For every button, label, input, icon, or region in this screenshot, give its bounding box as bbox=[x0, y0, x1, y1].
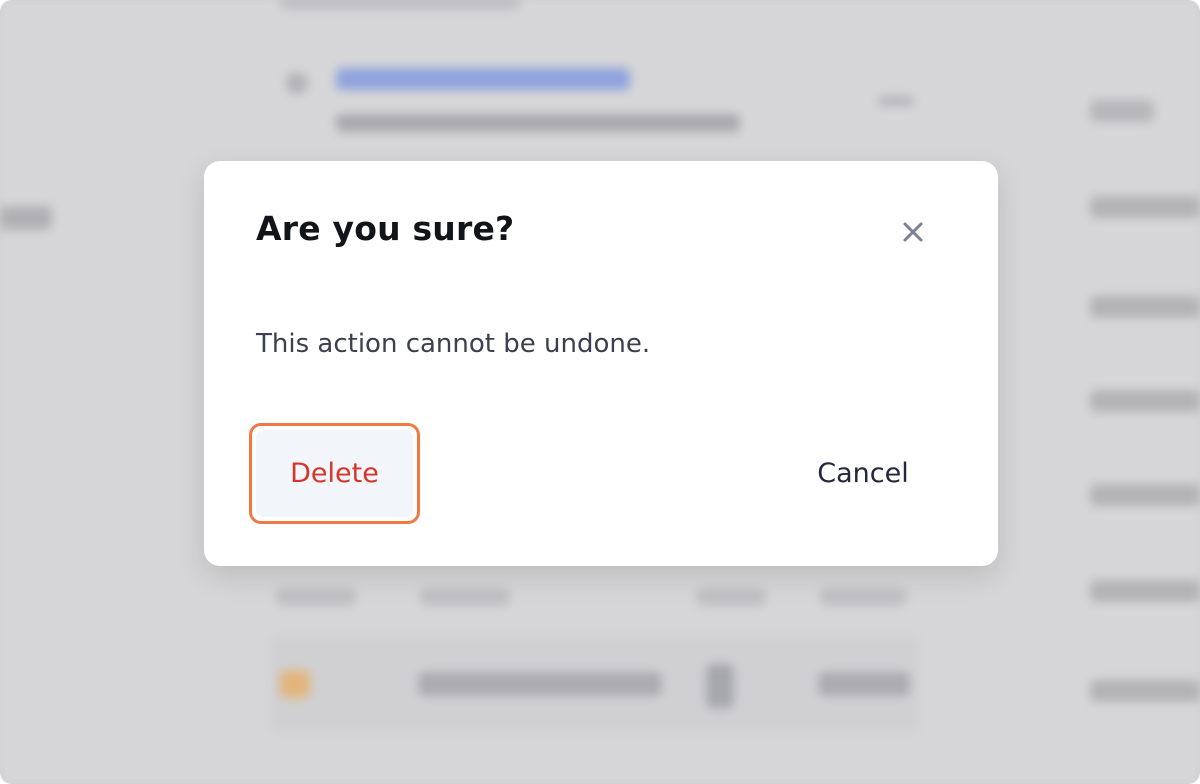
dialog-message: This action cannot be undone. bbox=[256, 329, 651, 359]
background-right-item bbox=[1090, 580, 1200, 602]
background-link bbox=[336, 68, 630, 90]
cancel-button[interactable]: Cancel bbox=[794, 441, 932, 505]
background-right-item bbox=[1090, 680, 1200, 702]
background-row-cell bbox=[418, 672, 662, 696]
background-table-header bbox=[420, 588, 510, 606]
background-table-header bbox=[696, 588, 766, 606]
background-row-icon bbox=[280, 670, 310, 698]
background-table-header bbox=[820, 588, 906, 606]
background-dash bbox=[878, 96, 914, 106]
confirm-dialog: Are you sure? This action cannot be undo… bbox=[204, 161, 998, 566]
background-row-cell bbox=[818, 672, 910, 696]
close-icon bbox=[903, 222, 923, 242]
close-button[interactable] bbox=[894, 213, 932, 251]
background-lock-icon bbox=[706, 664, 734, 708]
background-right-item bbox=[1090, 196, 1200, 218]
background-header-fragment bbox=[280, 0, 520, 8]
screen: Are you sure? This action cannot be undo… bbox=[0, 0, 1200, 784]
delete-button-label: Delete bbox=[256, 430, 413, 517]
background-right-item bbox=[1090, 390, 1200, 412]
background-subtitle bbox=[336, 114, 740, 132]
delete-button[interactable]: Delete bbox=[249, 423, 420, 524]
background-right-item bbox=[1090, 100, 1154, 122]
background-sidebar-text bbox=[0, 206, 52, 230]
dialog-title: Are you sure? bbox=[256, 209, 515, 248]
background-table-header bbox=[276, 588, 356, 606]
background-right-item bbox=[1090, 296, 1200, 318]
background-item-icon bbox=[286, 72, 308, 94]
background-right-item bbox=[1090, 484, 1200, 506]
